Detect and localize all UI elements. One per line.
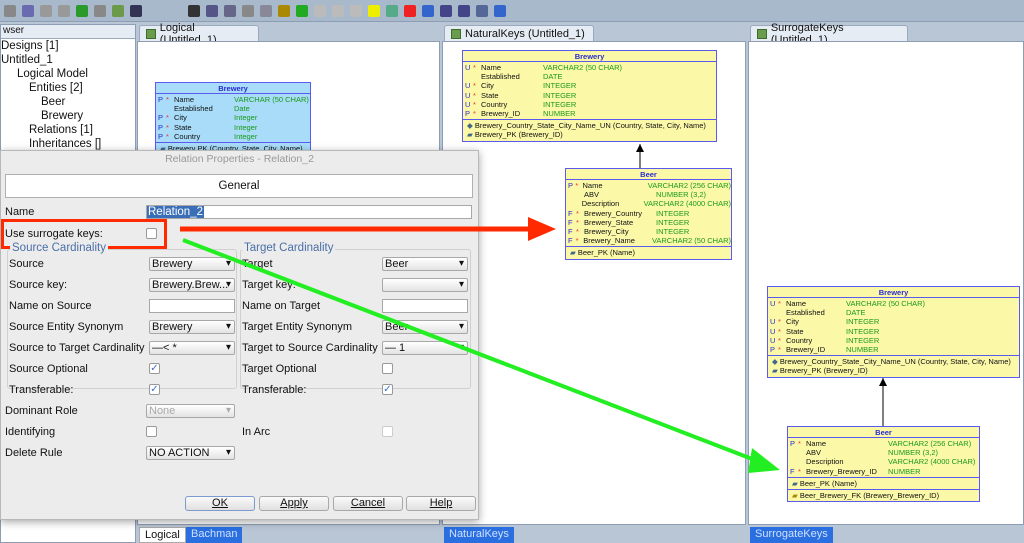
relation-properties-dialog: Relation Properties - Relation_2 General… [0,150,479,520]
arrowhead [636,144,644,152]
ok-button[interactable]: OK [185,496,255,511]
name-on-source-label: Name on Source [9,300,92,312]
source-label: Source [9,258,44,270]
bottom-tab-logical[interactable]: Logical [139,527,186,543]
name-on-target-input[interactable] [382,299,468,313]
name-on-target-label: Name on Target [242,300,321,312]
name-input[interactable]: Relation_2 [146,205,472,219]
target-synonym-select[interactable]: Beer [382,320,468,334]
bottom-tab-bachman[interactable]: Bachman [186,527,243,543]
target-key-select[interactable] [382,278,468,292]
source-transferable-label: Transferable: [9,384,74,396]
delete-rule-label: Delete Rule [5,447,63,459]
in-arc-label: In Arc [242,426,271,438]
delete-rule-select[interactable]: NO ACTION [146,446,235,460]
source-synonym-select[interactable]: Brewery [149,320,235,334]
target-select[interactable]: Beer [382,257,468,271]
target-label: Target [242,258,273,270]
name-value: Relation_2 [147,206,204,218]
help-button[interactable]: Help [406,496,476,511]
name-on-source-input[interactable] [149,299,235,313]
target-cardinality-title: Target Cardinality [242,242,336,254]
dominant-role-select[interactable]: None [146,404,235,418]
target-transferable-checkbox[interactable]: ✓ [382,384,393,395]
target-optional-checkbox[interactable] [382,363,393,374]
target-transferable-label: Transferable: [242,384,307,396]
identifying-label: Identifying [5,426,56,438]
source-transferable-checkbox[interactable]: ✓ [149,384,160,395]
target-synonym-label: Target Entity Synonym [242,321,353,333]
source-synonym-label: Source Entity Synonym [9,321,124,333]
dominant-role-label: Dominant Role [5,405,78,417]
bottom-tab-natural-keys[interactable]: NaturalKeys [444,527,514,543]
arrowhead [879,378,887,386]
source-select[interactable]: Brewery [149,257,235,271]
in-arc-checkbox[interactable] [382,426,393,437]
cancel-button[interactable]: Cancel [333,496,403,511]
source-optional-label: Source Optional [9,363,88,375]
name-label: Name [5,206,35,218]
source-key-label: Source key: [9,279,68,291]
target-optional-label: Target Optional [242,363,317,375]
source-cardinality-label: Source to Target Cardinality [9,342,145,354]
target-cardinality-select[interactable]: — 1 [382,341,468,355]
bottom-tab-surrogate-keys[interactable]: SurrogateKeys [750,527,833,543]
apply-button[interactable]: Apply [259,496,329,511]
source-key-select[interactable]: Brewery.Brew... [149,278,235,292]
target-cardinality-label: Target to Source Cardinality [242,342,378,354]
source-cardinality-select[interactable]: —< * [149,341,235,355]
dialog-title: Relation Properties - Relation_2 [165,153,314,165]
source-optional-checkbox[interactable]: ✓ [149,363,160,374]
source-cardinality-title: Source Cardinality [10,242,108,254]
identifying-checkbox[interactable] [146,426,157,437]
target-key-label: Target key: [242,279,296,291]
section-general[interactable]: General [5,174,473,198]
